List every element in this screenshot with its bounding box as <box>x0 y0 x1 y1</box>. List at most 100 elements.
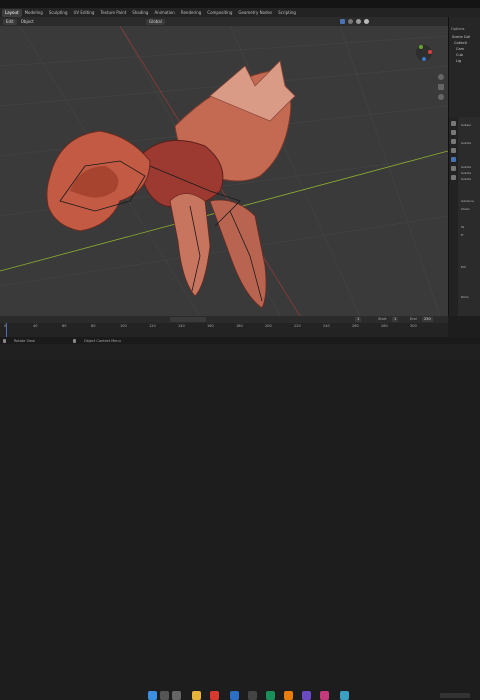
task-view-icon[interactable] <box>172 691 181 700</box>
gizmo-z-icon <box>422 57 426 61</box>
timeline-tick-label: 120 <box>149 324 156 328</box>
mode-dropdown[interactable]: Edit <box>3 18 17 25</box>
workspace-tab-sculpting[interactable]: Sculpting <box>46 9 71 17</box>
gizmo-y-icon <box>419 45 423 49</box>
outliner-tree: Scene Coll Collecti Cam Cub Lig <box>452 34 470 64</box>
viewport-shading-icon[interactable] <box>340 19 345 24</box>
timeline-tick-label: 160 <box>207 324 214 328</box>
start-menu-icon[interactable] <box>148 691 157 700</box>
timeline-tick-label: 100 <box>120 324 127 328</box>
property-label: Subdiv <box>461 177 472 181</box>
object-menu[interactable]: Object <box>21 19 34 24</box>
workspace-tab-rendering[interactable]: Rendering <box>178 9 204 17</box>
property-label: Chain <box>461 207 470 211</box>
status-rotate: Rotate View <box>14 338 35 343</box>
os-taskbar <box>0 344 480 700</box>
timeline-tick-label: 40 <box>33 324 38 328</box>
timeline-tick-label: 0 <box>4 324 7 328</box>
property-label: Subdiv <box>461 165 472 169</box>
solid-shading-icon[interactable] <box>348 19 353 24</box>
app-icon-1[interactable] <box>230 691 239 700</box>
timeline-header: 1 Start 1 End 250 <box>0 316 448 323</box>
start-frame-label: Start <box>378 317 387 321</box>
output-tab-icon[interactable] <box>451 139 456 144</box>
mouse-right-icon <box>72 338 76 343</box>
gizmo-x-icon <box>428 50 432 54</box>
workspace-tab-uv-editing[interactable]: UV Editing <box>71 9 98 17</box>
property-label: Subdiv <box>461 171 472 175</box>
creature-model[interactable] <box>46 60 296 309</box>
rendered-shading-icon[interactable] <box>364 19 369 24</box>
browser-icon[interactable] <box>210 691 219 700</box>
app-icon-4[interactable] <box>302 691 311 700</box>
app-icon-6[interactable] <box>340 691 349 700</box>
modifier-tab-icon[interactable] <box>451 166 456 171</box>
properties-tabs[interactable] <box>449 117 458 316</box>
tray-icons[interactable] <box>440 693 470 698</box>
property-label: Subsur <box>461 123 472 127</box>
workspace-tab-shading[interactable]: Shading <box>129 9 151 17</box>
scene-tab-icon[interactable] <box>451 148 456 153</box>
zoom-icon[interactable] <box>438 94 444 100</box>
workspace-tab-compositing[interactable]: Compositing <box>204 9 235 17</box>
outliner-options[interactable]: Options <box>451 27 465 31</box>
timeline-tick-label: 200 <box>265 324 272 328</box>
property-label: Ta <box>461 225 465 229</box>
mouse-left-icon <box>3 338 6 343</box>
property-label: Dims <box>461 295 469 299</box>
workspace-tab-bar: Layout Modeling Sculpting UV Editing Texture… <box>0 8 480 23</box>
end-frame-label: End <box>410 317 417 321</box>
workspace-tab-scripting[interactable]: Scripting <box>275 9 299 17</box>
timeline-tick-label: 280 <box>381 324 388 328</box>
workspace-tab-geometry-nodes[interactable]: Geometry Nodes <box>235 9 275 17</box>
timeline-tick-label: 260 <box>352 324 359 328</box>
end-frame-field[interactable]: 250 <box>422 317 433 322</box>
search-icon[interactable] <box>160 691 169 700</box>
tool-tab-icon[interactable] <box>451 121 456 126</box>
timeline-tick-label: 180 <box>236 324 243 328</box>
timeline-tick-label: 140 <box>178 324 185 328</box>
timeline-track[interactable]: 0 40 60 80 100 120 140 160 180 200 220 240 260 280 300 <box>0 323 448 337</box>
timeline-tick-label: 80 <box>91 324 96 328</box>
viewport-canvas[interactable] <box>0 26 448 316</box>
playback-controls[interactable] <box>170 317 206 322</box>
properties-panel: Subsur Subdiv Subdiv Subdiv Subdiv Advance Cha… <box>448 117 480 316</box>
blender-icon[interactable] <box>284 691 293 700</box>
app-icon-3[interactable] <box>266 691 275 700</box>
workspace-tab-layout[interactable]: Layout <box>2 8 22 17</box>
app-icon-2[interactable] <box>248 691 257 700</box>
3d-viewport[interactable] <box>0 26 448 316</box>
property-label: Ext <box>461 265 466 269</box>
overlay-icons[interactable] <box>340 19 369 24</box>
property-label: Fr <box>461 233 464 237</box>
model-leg-back <box>209 199 267 309</box>
workspace-tabs: Layout Modeling Sculpting UV Editing Texture… <box>0 8 299 17</box>
hand-pan-icon[interactable] <box>438 74 444 80</box>
workspace-tab-texture-paint[interactable]: Texture Paint <box>97 9 129 17</box>
file-explorer-icon[interactable] <box>192 691 201 700</box>
current-frame-field[interactable]: 1 <box>355 317 362 322</box>
timeline-tick-label: 240 <box>323 324 330 328</box>
material-shading-icon[interactable] <box>356 19 361 24</box>
camera-view-icon[interactable] <box>438 84 444 90</box>
status-bar: Rotate View Object Context Menu <box>0 337 480 344</box>
timeline-tick-label: 300 <box>410 324 417 328</box>
outliner-panel: Options Scene Coll Collecti Cam Cub Lig <box>448 17 480 127</box>
start-frame-field[interactable]: 1 <box>392 317 399 322</box>
status-context: Object Context Menu <box>83 338 121 343</box>
model-leg-front <box>169 193 211 297</box>
workspace-tab-animation[interactable]: Animation <box>151 9 177 17</box>
object-tab-icon[interactable] <box>451 157 456 162</box>
outliner-item[interactable]: Lig <box>452 58 470 64</box>
orientation-dropdown[interactable]: Global <box>146 18 165 25</box>
window-title-bar <box>0 0 480 8</box>
material-tab-icon[interactable] <box>451 175 456 180</box>
navigation-gizmo[interactable] <box>415 44 433 62</box>
render-tab-icon[interactable] <box>451 130 456 135</box>
timeline-tick-label: 60 <box>62 324 67 328</box>
property-label: Subdiv <box>461 141 472 145</box>
viewport-header: Edit Object Global <box>0 17 448 26</box>
timeline-tick-label: 220 <box>294 324 301 328</box>
app-icon-5[interactable] <box>320 691 329 700</box>
workspace-tab-modeling[interactable]: Modeling <box>22 9 46 17</box>
